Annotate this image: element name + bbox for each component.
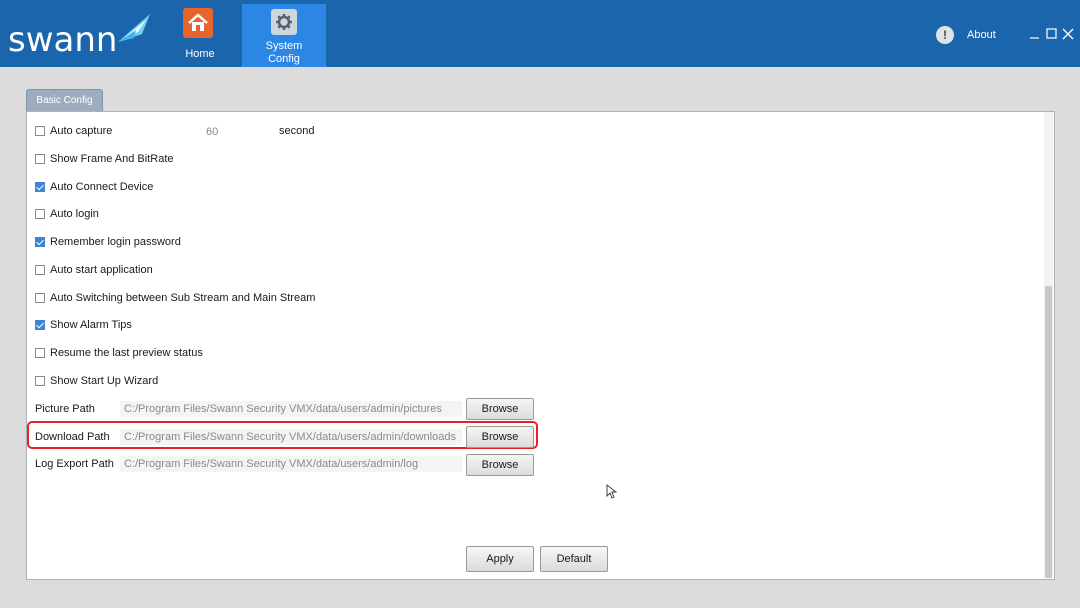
checkbox-label: Auto start application	[50, 264, 153, 276]
apply-button[interactable]: Apply	[466, 546, 534, 572]
picture-path-input[interactable]: C:/Program Files/Swann Security VMX/data…	[120, 401, 462, 417]
log-export-path-browse-button[interactable]: Browse	[466, 454, 534, 476]
about-label: About	[967, 29, 996, 41]
auto-capture-interval-input[interactable]: 60	[206, 125, 266, 139]
scrollbar-thumb[interactable]	[1045, 286, 1052, 578]
checkbox-label: Auto Switching between Sub Stream and Ma…	[50, 292, 316, 304]
tab-basic-config[interactable]: Basic Config	[26, 89, 103, 112]
auto-capture-unit: second	[279, 125, 315, 137]
checkbox-box	[35, 293, 45, 303]
mouse-cursor-icon	[606, 484, 618, 499]
home-icon	[183, 8, 213, 38]
checkbox-label: Remember login password	[50, 236, 181, 248]
picture-path-browse-button[interactable]: Browse	[466, 398, 534, 420]
nav-system-config-button[interactable]: System Config	[242, 4, 326, 67]
nav-home-label: Home	[185, 48, 215, 60]
checkbox-box	[35, 209, 45, 219]
close-icon	[1062, 28, 1074, 40]
checkbox-label: Auto Connect Device	[50, 181, 154, 193]
checkbox-label: Auto login	[50, 208, 99, 220]
swann-bird-icon	[118, 14, 150, 42]
checkbox-box	[35, 376, 45, 386]
close-button[interactable]	[1061, 26, 1075, 42]
download-path-input[interactable]: C:/Program Files/Swann Security VMX/data…	[120, 429, 462, 445]
log-export-path-label: Log Export Path	[35, 458, 114, 470]
checkbox-box	[35, 126, 45, 136]
checkbox-box	[35, 182, 45, 192]
nav-home-button[interactable]: Home	[158, 4, 242, 67]
checkbox-label: Resume the last preview status	[50, 347, 203, 359]
picture-path-label: Picture Path	[35, 403, 95, 415]
download-path-browse-button[interactable]: Browse	[466, 426, 534, 448]
checkbox-box	[35, 154, 45, 164]
title-bar: swann Home System Config ! About	[0, 0, 1080, 67]
maximize-button[interactable]	[1045, 26, 1059, 42]
minimize-button[interactable]	[1028, 26, 1042, 42]
logo-text: swann	[8, 20, 118, 60]
download-path-label: Download Path	[35, 431, 110, 443]
basic-config-panel: Auto capture 60 second Show Frame And Bi…	[26, 111, 1055, 580]
checkbox-box	[35, 265, 45, 275]
maximize-icon	[1046, 28, 1057, 39]
checkbox-box	[35, 320, 45, 330]
default-button[interactable]: Default	[540, 546, 608, 572]
gear-icon	[271, 9, 297, 35]
info-icon: !	[936, 26, 954, 44]
swann-logo: swann	[8, 10, 158, 60]
checkbox-box	[35, 237, 45, 247]
checkbox-label: Show Start Up Wizard	[50, 375, 159, 387]
minimize-icon	[1030, 37, 1039, 39]
checkbox-box	[35, 348, 45, 358]
log-export-path-input[interactable]: C:/Program Files/Swann Security VMX/data…	[120, 456, 462, 472]
nav-system-config-label: System Config	[265, 40, 303, 65]
checkbox-label: Show Alarm Tips	[50, 319, 132, 331]
checkbox-label: Show Frame And BitRate	[50, 153, 174, 165]
auto-capture-label: Auto capture	[50, 125, 113, 137]
